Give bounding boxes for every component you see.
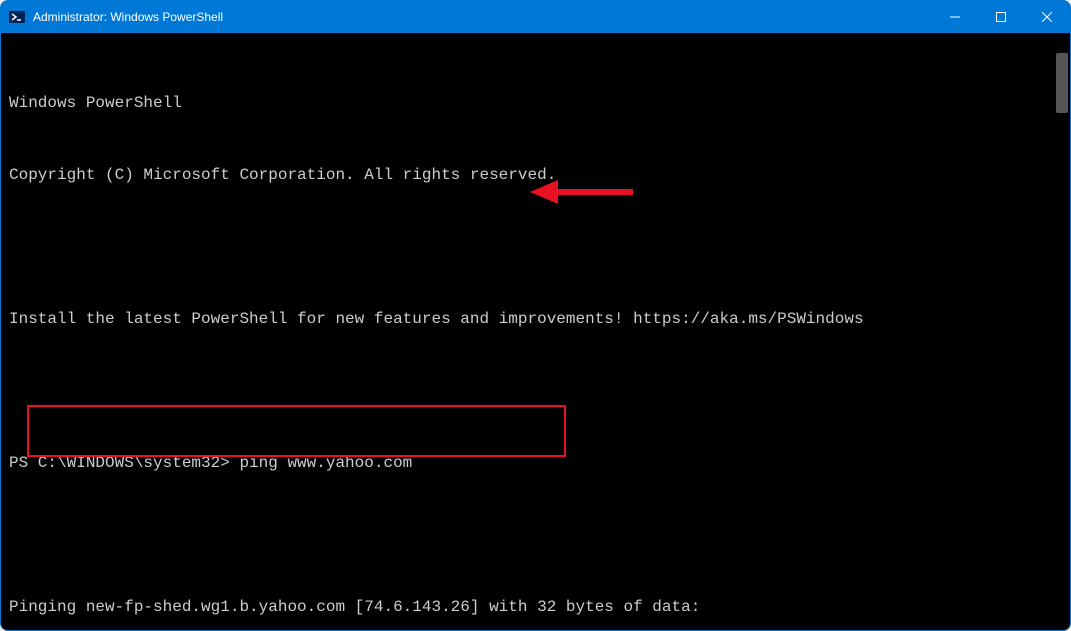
prompt-line: PS C:\WINDOWS\system32> ping www.yahoo.c… bbox=[9, 451, 1046, 475]
annotation-highlight-box bbox=[27, 405, 566, 457]
window-title: Administrator: Windows PowerShell bbox=[33, 10, 223, 24]
minimize-button[interactable] bbox=[932, 1, 978, 33]
vertical-scrollbar[interactable] bbox=[1054, 33, 1070, 631]
powershell-window: Administrator: Windows PowerShell Window… bbox=[0, 0, 1071, 631]
output-line: Copyright (C) Microsoft Corporation. All… bbox=[9, 163, 1046, 187]
output-line bbox=[9, 235, 1046, 259]
output-line bbox=[9, 379, 1046, 403]
prompt-prefix: PS C:\WINDOWS\system32> bbox=[9, 454, 239, 472]
maximize-button[interactable] bbox=[978, 1, 1024, 33]
output-line bbox=[9, 523, 1046, 547]
scrollbar-thumb[interactable] bbox=[1056, 53, 1068, 113]
entered-command: ping www.yahoo.com bbox=[239, 454, 412, 472]
powershell-icon bbox=[9, 9, 25, 25]
terminal-output[interactable]: Windows PowerShell Copyright (C) Microso… bbox=[1, 33, 1054, 631]
terminal-area: Windows PowerShell Copyright (C) Microso… bbox=[1, 33, 1070, 631]
output-line: Install the latest PowerShell for new fe… bbox=[9, 307, 1046, 331]
close-button[interactable] bbox=[1024, 1, 1070, 33]
titlebar[interactable]: Administrator: Windows PowerShell bbox=[1, 1, 1070, 33]
output-line: Pinging new-fp-shed.wg1.b.yahoo.com [74.… bbox=[9, 595, 1046, 619]
output-line: Windows PowerShell bbox=[9, 91, 1046, 115]
